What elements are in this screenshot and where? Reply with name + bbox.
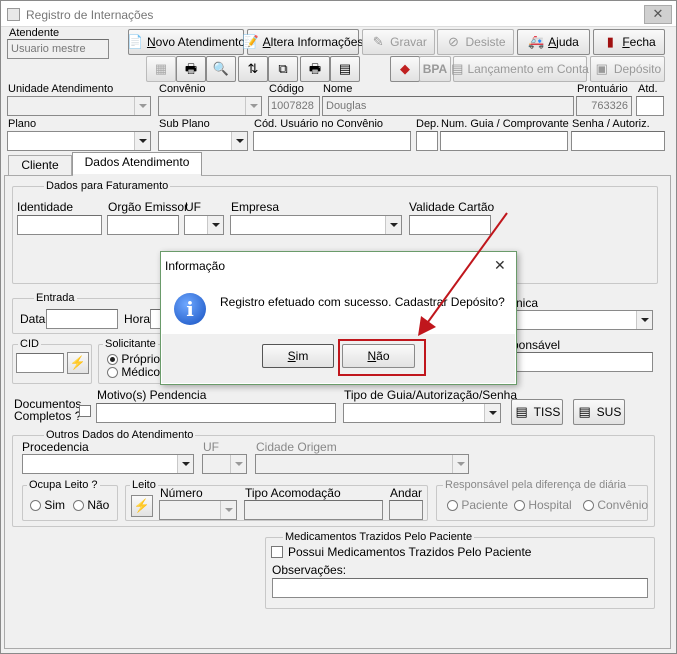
annotation-arrow-icon	[418, 212, 508, 336]
